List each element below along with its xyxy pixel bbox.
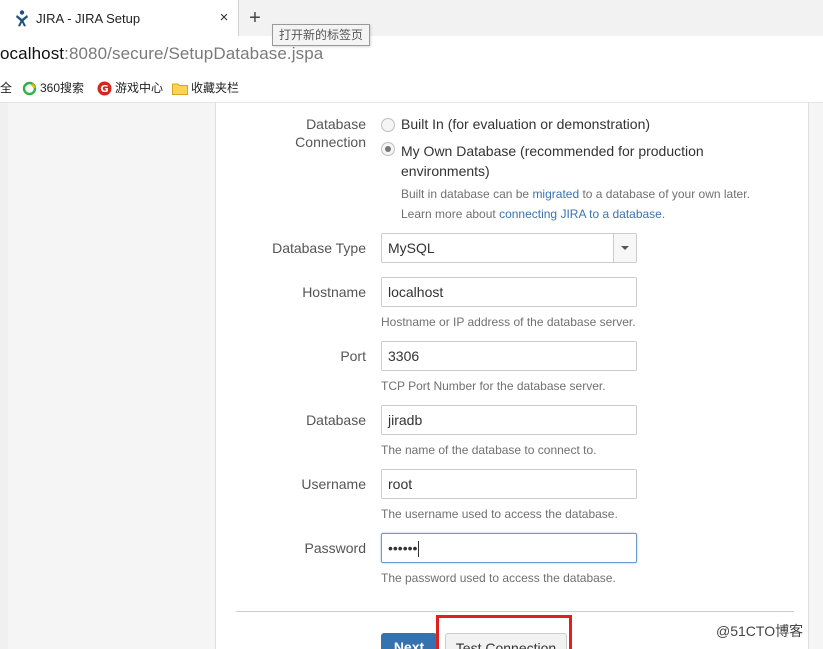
tab-strip: JIRA - JIRA Setup × + (0, 0, 823, 36)
migrated-link[interactable]: migrated (532, 187, 579, 201)
port-label: Port (340, 348, 366, 364)
hostname-input[interactable]: localhost (381, 277, 637, 307)
bookmark-partial[interactable]: 全 (0, 80, 12, 96)
database-type-select[interactable]: MySQL (381, 233, 637, 263)
page-margin-left (0, 103, 8, 649)
bookmark-label: 收藏夹栏 (191, 81, 240, 95)
annotation-highlight-box (436, 615, 572, 649)
url-text[interactable]: ocalhost:8080/secure/SetupDatabase.jspa (0, 44, 323, 64)
tab-title: JIRA - JIRA Setup (36, 11, 141, 26)
database-type-value: MySQL (388, 240, 435, 256)
folder-icon (172, 83, 188, 96)
browser-tab-jira-setup[interactable]: JIRA - JIRA Setup × (0, 0, 239, 36)
form-divider (236, 611, 794, 612)
hostname-label: Hostname (302, 284, 366, 300)
url-host: ocalhost (0, 44, 65, 63)
chevron-down-icon[interactable] (613, 234, 636, 262)
label-line: environments) (401, 163, 490, 179)
database-setup-form: Database Connection Built In (for evalua… (216, 103, 808, 649)
page-margin-right (808, 103, 823, 649)
page-gutter (8, 103, 216, 649)
text-cursor (418, 541, 420, 558)
bookmark-label: 360搜索 (40, 81, 85, 95)
help-text: to a database of your own later. (579, 187, 750, 201)
port-input[interactable]: 3306 (381, 341, 637, 371)
label-line: Connection (295, 134, 366, 150)
next-button[interactable]: Next (381, 633, 437, 649)
label-line: Database (306, 116, 366, 132)
bookmarks-bar: 全 360搜索 G 游戏中心 收藏夹栏 (0, 72, 823, 103)
bookmark-label: 全 (0, 81, 13, 95)
url-path: :8080/secure/SetupDatabase.jspa (64, 44, 324, 63)
address-bar[interactable]: ocalhost:8080/secure/SetupDatabase.jspa (0, 36, 823, 72)
radio-own-database[interactable] (381, 142, 395, 156)
database-name-label: Database (306, 412, 366, 428)
game-center-icon: G (97, 81, 112, 96)
connection-help-learn-more: Learn more about connecting JIRA to a da… (401, 207, 665, 221)
watermark: @51CTO博客 (716, 623, 804, 639)
radio-builtin-label[interactable]: Built In (for evaluation or demonstratio… (401, 116, 650, 132)
password-help: The password used to access the database… (381, 571, 616, 585)
jira-logo-icon (16, 10, 28, 27)
help-text: Built in database can be (401, 187, 533, 201)
bookmark-360-search[interactable]: 360搜索 (22, 80, 84, 96)
database-type-label: Database Type (272, 240, 366, 256)
hostname-help: Hostname or IP address of the database s… (381, 315, 636, 329)
svg-text:G: G (100, 85, 108, 96)
radio-builtin[interactable] (381, 118, 395, 132)
new-tab-tooltip: 打开新的标签页 (272, 24, 371, 46)
bookmark-game-center[interactable]: G 游戏中心 (97, 80, 163, 96)
database-connection-label: Database Connection (216, 116, 366, 150)
360-search-icon (22, 82, 37, 96)
database-name-help: The name of the database to connect to. (381, 443, 597, 457)
password-value: •••••• (388, 540, 418, 556)
username-input[interactable]: root (381, 469, 637, 499)
tab-close-icon[interactable]: × (216, 9, 232, 27)
browser-window: JIRA - JIRA Setup × + 打开新的标签页 ocalhost:8… (0, 0, 823, 649)
radio-own-database-label[interactable]: My Own Database (recommended for product… (401, 141, 704, 181)
port-help: TCP Port Number for the database server. (381, 379, 606, 393)
new-tab-icon[interactable]: + (245, 8, 265, 28)
password-label: Password (304, 540, 366, 556)
connecting-jira-link[interactable]: connecting JIRA to a database (499, 207, 662, 221)
bookmark-label: 游戏中心 (115, 81, 164, 95)
database-name-input[interactable]: jiradb (381, 405, 637, 435)
bookmark-favorites-folder[interactable]: 收藏夹栏 (172, 80, 239, 96)
username-label: Username (301, 476, 366, 492)
help-text: Learn more about (401, 207, 500, 221)
password-input[interactable]: •••••• (381, 533, 637, 563)
username-help: The username used to access the database… (381, 507, 618, 521)
help-text: . (661, 207, 666, 221)
connection-help-migrate: Built in database can be migrated to a d… (401, 187, 750, 201)
label-line: My Own Database (recommended for product… (401, 143, 704, 159)
